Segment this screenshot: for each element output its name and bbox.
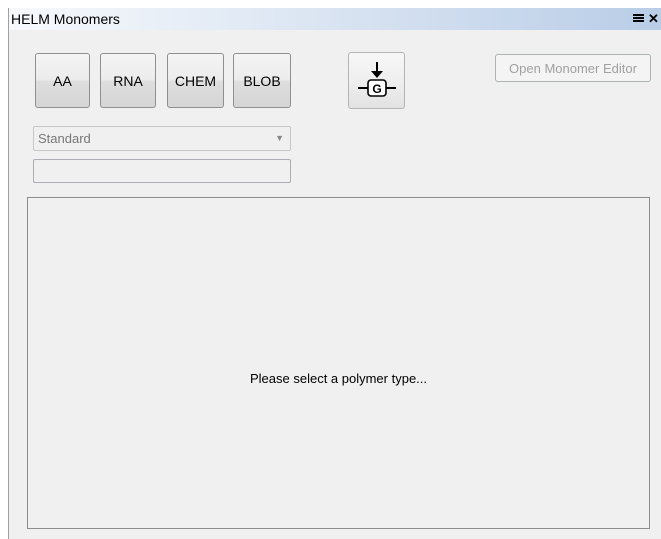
monomer-list-area[interactable]: Please select a polymer type...	[27, 197, 650, 529]
chem-button[interactable]: CHEM	[167, 53, 224, 108]
close-icon[interactable]: ✕	[647, 12, 660, 25]
rna-button[interactable]: RNA	[100, 53, 156, 108]
insert-monomer-button[interactable]: G	[348, 52, 405, 109]
panel-titlebar[interactable]: HELM Monomers ✕	[9, 8, 661, 30]
blob-button[interactable]: BLOB	[233, 53, 291, 108]
empty-state-message: Please select a polymer type...	[249, 371, 428, 386]
g-letter: G	[372, 82, 381, 96]
category-select[interactable]: Standard ▼	[33, 126, 291, 151]
aa-button[interactable]: AA	[35, 53, 90, 108]
insert-g-monomer-icon: G	[358, 62, 396, 97]
monomer-search-input[interactable]	[33, 159, 291, 183]
panel-title: HELM Monomers	[11, 11, 120, 27]
menu-bars-icon[interactable]	[632, 12, 645, 25]
open-monomer-editor-button[interactable]: Open Monomer Editor	[495, 54, 651, 82]
chevron-down-icon: ▼	[275, 133, 284, 143]
category-select-value: Standard	[38, 131, 91, 146]
helm-monomers-panel: HELM Monomers ✕ AA RNA CHEM BLOB G Open …	[8, 8, 661, 539]
